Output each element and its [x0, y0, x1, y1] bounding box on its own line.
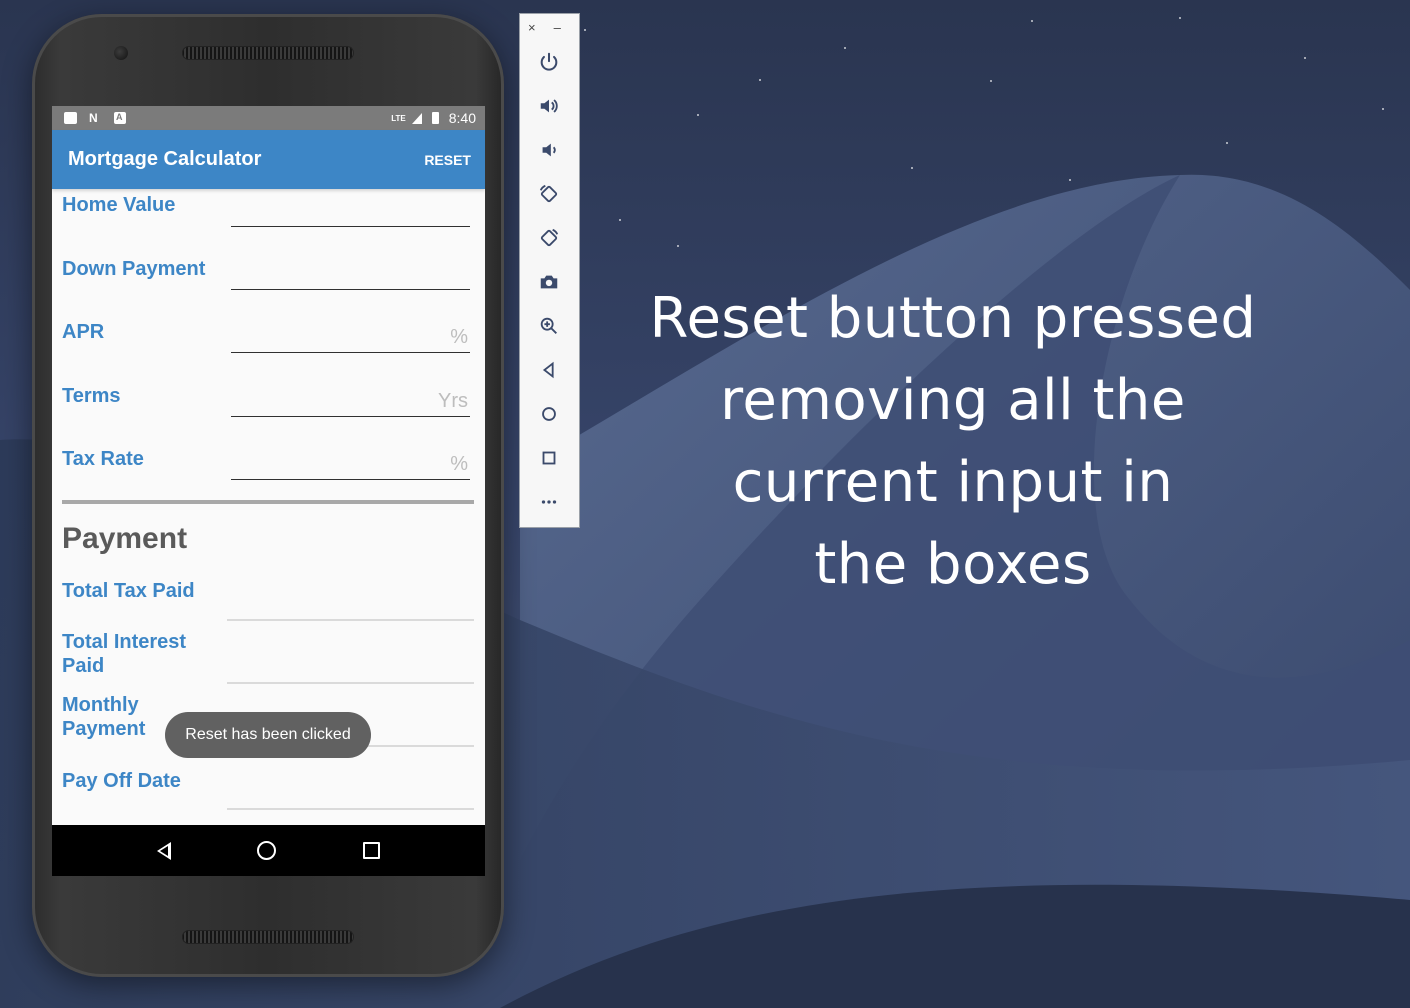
toast-message: Reset has been clicked: [165, 712, 371, 758]
rotate-left-icon[interactable]: [537, 182, 561, 206]
power-icon[interactable]: [537, 50, 561, 74]
payment-section-title: Payment: [62, 522, 188, 555]
battery-icon: [431, 112, 439, 124]
front-camera: [114, 46, 128, 60]
apr-input[interactable]: [231, 323, 470, 353]
app-bar: Mortgage Calculator RESET: [52, 130, 485, 189]
emulator-toolbar: × –: [519, 13, 580, 528]
total-interest-paid-underline: [227, 682, 474, 684]
reset-button[interactable]: RESET: [424, 152, 471, 168]
a-icon: [114, 112, 126, 124]
close-icon[interactable]: ×: [528, 20, 536, 35]
camera-icon[interactable]: [537, 270, 561, 294]
back-icon[interactable]: [537, 358, 561, 382]
sd-card-icon: [64, 112, 77, 124]
down-payment-input[interactable]: [231, 260, 470, 290]
minimize-icon[interactable]: –: [554, 20, 561, 35]
home-value-label: Home Value: [62, 194, 176, 216]
pay-off-date-label: Pay Off Date: [62, 770, 181, 792]
caption-line: Reset button pressed: [649, 286, 1257, 351]
nav-recents-icon[interactable]: [362, 842, 380, 859]
speaker-grille-bottom: [182, 930, 354, 944]
apr-label: APR: [62, 321, 105, 343]
overview-icon[interactable]: [537, 446, 561, 470]
volume-down-icon[interactable]: [537, 138, 561, 162]
signal-icon: [411, 112, 422, 124]
section-divider: [62, 500, 474, 504]
caption-line: current input in: [732, 450, 1174, 515]
terms-input[interactable]: [231, 387, 470, 417]
status-bar: N LTE 8:40: [52, 106, 485, 130]
tax-rate-input[interactable]: [231, 450, 470, 480]
app-title: Mortgage Calculator: [68, 148, 262, 170]
home-value-input[interactable]: [231, 197, 470, 227]
pay-off-date-underline: [227, 808, 474, 810]
caption-line: the boxes: [814, 532, 1092, 597]
monthly-payment-label: Monthly Payment: [62, 694, 146, 740]
phone-frame: N LTE 8:40 Mortgage Calculator RESET Hom…: [32, 14, 504, 977]
n-icon: N: [89, 111, 98, 125]
speaker-grille-top: [182, 46, 354, 60]
total-tax-paid-label: Total Tax Paid: [62, 580, 195, 602]
rotate-right-icon[interactable]: [537, 226, 561, 250]
network-type: LTE: [391, 113, 406, 123]
clock: 8:40: [448, 110, 476, 126]
total-interest-paid-label: Total Interest Paid: [62, 631, 187, 677]
phone-screen: N LTE 8:40 Mortgage Calculator RESET Hom…: [52, 106, 485, 876]
volume-up-icon[interactable]: [537, 94, 561, 118]
down-payment-label: Down Payment: [62, 258, 206, 280]
total-tax-paid-underline: [227, 619, 474, 621]
terms-label: Terms: [62, 385, 121, 407]
more-icon[interactable]: [537, 490, 561, 514]
nav-home-icon[interactable]: [257, 841, 277, 860]
tax-rate-label: Tax Rate: [62, 448, 144, 470]
caption: Reset button pressed removing all the cu…: [640, 278, 1266, 606]
nav-back-icon[interactable]: [157, 841, 172, 860]
caption-line: removing all the: [720, 368, 1186, 433]
zoom-icon[interactable]: [537, 314, 561, 338]
home-icon[interactable]: [537, 402, 561, 426]
android-nav-bar: [52, 825, 485, 876]
